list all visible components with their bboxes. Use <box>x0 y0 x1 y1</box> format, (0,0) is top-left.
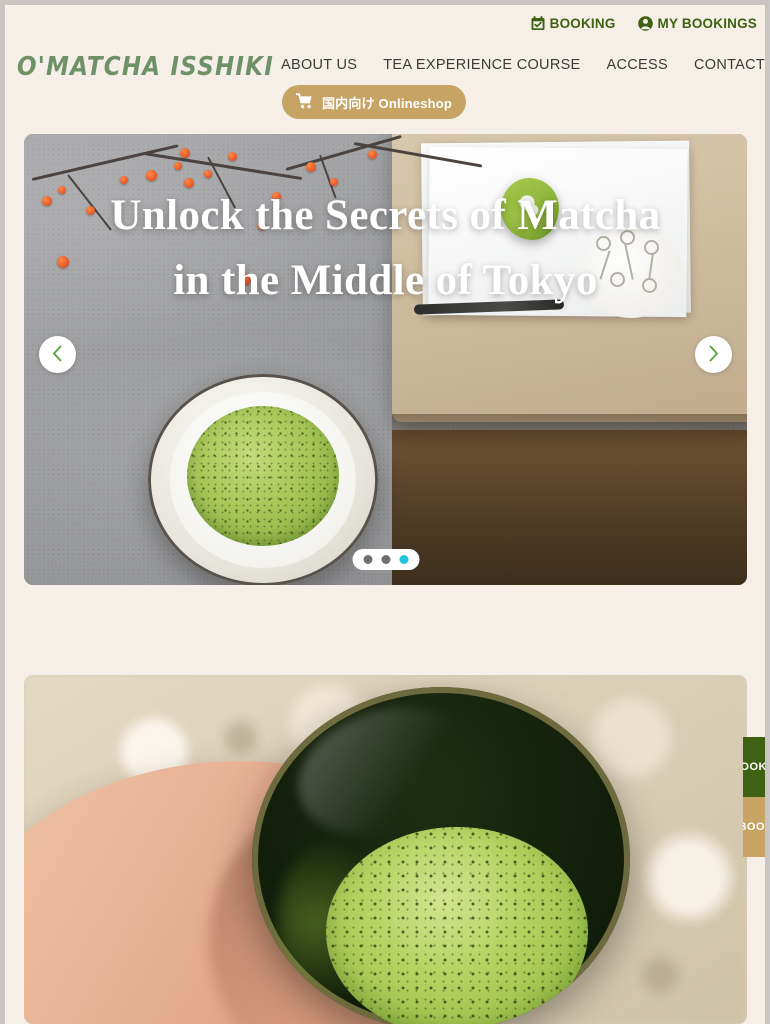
side-tab-booking[interactable]: BOOKING <box>743 737 765 797</box>
hero-berry <box>228 152 237 161</box>
hero-berry <box>204 170 212 178</box>
section-hero-image <box>24 675 747 1024</box>
carousel-pagination-dots <box>352 549 419 570</box>
matcha-froth-speckles <box>326 827 588 1024</box>
nav-item-tea-experience-course[interactable]: TEA EXPERIENCE COURSE <box>383 57 580 73</box>
browser-viewport: BOOKING MY BOOKINGS O'MATCHA ISSHIKI ABO… <box>5 5 765 1024</box>
chevron-right-icon <box>707 345 720 365</box>
hero-berry <box>184 178 194 188</box>
hero-berry <box>146 170 157 181</box>
site-header: BOOKING MY BOOKINGS O'MATCHA ISSHIKI ABO… <box>5 5 765 129</box>
hero-berry <box>368 150 377 159</box>
hero-berry <box>58 186 66 194</box>
carousel-dot-3[interactable] <box>399 555 408 564</box>
hero-berry <box>57 256 69 268</box>
utility-link-my-bookings[interactable]: MY BOOKINGS <box>637 16 757 31</box>
nav-item-contact-us[interactable]: CONTACT US <box>694 57 765 73</box>
chevron-left-icon <box>51 345 64 365</box>
utility-link-label: BOOKING <box>549 16 616 31</box>
utility-link-booking[interactable]: BOOKING <box>531 16 616 31</box>
hero-berry <box>272 192 281 201</box>
matcha-froth <box>326 827 588 1024</box>
onlineshop-button[interactable]: 国内向け Onlineshop <box>282 85 466 119</box>
hero-board-shadow <box>392 414 747 454</box>
hero-berry <box>42 196 52 206</box>
user-circle-icon <box>637 16 653 31</box>
hero-berry <box>86 206 95 215</box>
shopping-cart-icon <box>295 92 313 112</box>
hero-berry <box>330 178 338 186</box>
nav-item-access[interactable]: ACCESS <box>607 57 668 73</box>
hero-berry <box>306 162 316 172</box>
side-tabs: BOOKING MY BOOKINGS <box>743 737 765 857</box>
hero-berry <box>180 148 190 158</box>
hero-berry <box>258 222 266 230</box>
calendar-check-icon <box>531 16 545 31</box>
hero-matcha-speckles <box>187 406 339 546</box>
carousel-dot-2[interactable] <box>381 555 390 564</box>
hero-berry <box>240 274 251 285</box>
nav-item-about-us[interactable]: ABOUT US <box>281 57 357 73</box>
hero-carousel: Unlock the Secrets of Matcha in the Midd… <box>24 134 747 585</box>
carousel-prev-button[interactable] <box>39 336 76 373</box>
onlineshop-button-label: 国内向け Onlineshop <box>321 95 453 111</box>
side-tab-booking-label: BOOKING <box>743 761 765 773</box>
hero-matcha-tea <box>187 406 339 546</box>
hero-matcha-bowl <box>148 374 378 585</box>
site-logo[interactable]: O'MATCHA ISSHIKI <box>17 52 274 81</box>
dark-chawan-bowl <box>252 687 630 1024</box>
hero-berry <box>120 176 128 184</box>
side-tab-my-bookings[interactable]: MY BOOKINGS <box>743 797 765 857</box>
main-navigation: ABOUT US TEA EXPERIENCE COURSE ACCESS CO… <box>281 57 765 73</box>
side-tab-my-bookings-label: MY BOOKINGS <box>743 821 765 833</box>
utility-link-label: MY BOOKINGS <box>657 16 757 31</box>
carousel-next-button[interactable] <box>695 336 732 373</box>
carousel-dot-1[interactable] <box>363 555 372 564</box>
hero-berry <box>174 162 182 170</box>
utility-links-bar: BOOKING MY BOOKINGS <box>531 16 757 31</box>
hero-wagashi-sweet <box>501 178 559 240</box>
hero-blossom-plate <box>580 226 682 318</box>
